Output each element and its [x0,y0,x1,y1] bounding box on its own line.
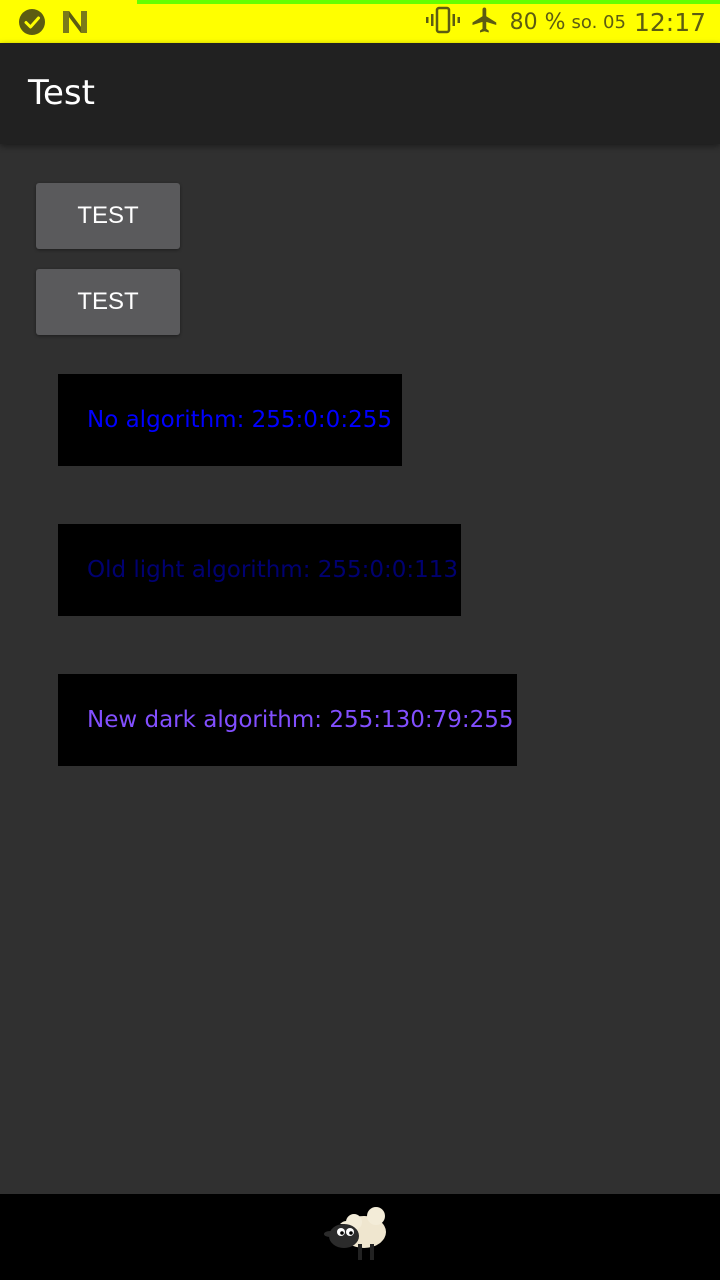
status-time: 12:17 [633,7,706,37]
page-title: Test [28,73,95,113]
navigation-bar [0,1194,720,1280]
sheep-mascot-icon[interactable] [324,1202,392,1270]
test-button-2[interactable]: TEST [36,269,180,335]
status-left-icons [18,8,90,40]
result-old-light-algorithm: Old light algorithm: 255:0:0:113 [58,524,461,616]
n-app-icon [60,8,90,40]
result-new-dark-algorithm-text: New dark algorithm: 255:130:79:255 [87,707,514,733]
airplane-mode-icon [470,5,500,39]
result-no-algorithm: No algorithm: 255:0:0:255 [58,374,402,466]
status-date: so. 05 [571,11,626,33]
check-circle-icon [18,8,46,40]
status-right-icons: 80 % so. 05 12:17 [425,5,706,39]
status-bar: 80 % so. 05 12:17 [0,0,720,43]
test-button-1[interactable]: TEST [36,183,180,249]
app-bar: Test [0,43,720,144]
vibrate-icon [425,6,460,38]
battery-percent: 80 % [509,9,566,35]
status-progress-line [137,0,720,4]
result-old-light-algorithm-text: Old light algorithm: 255:0:0:113 [87,557,459,583]
result-new-dark-algorithm: New dark algorithm: 255:130:79:255 [58,674,517,766]
result-no-algorithm-text: No algorithm: 255:0:0:255 [87,407,392,433]
